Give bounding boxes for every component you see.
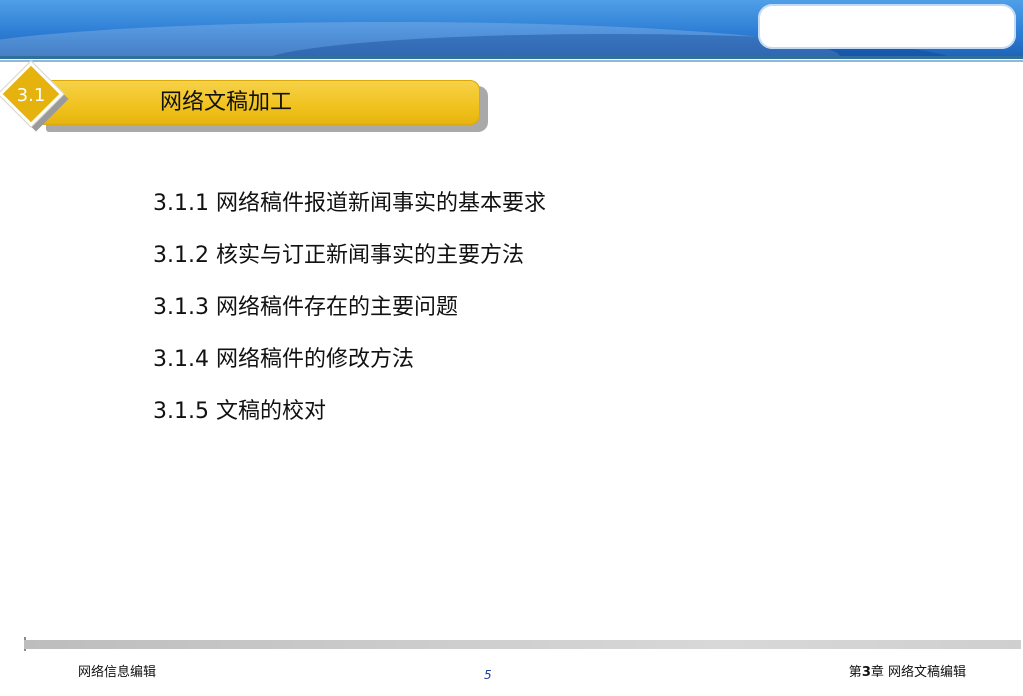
list-item: 3.1.2 核实与订正新闻事实的主要方法 (153, 243, 524, 268)
topic-list: 3.1.1 网络稿件报道新闻事实的基本要求 3.1.2 核实与订正新闻事实的主要… (153, 186, 546, 446)
footer-chapter-title: 章 网络文稿编辑 (870, 665, 966, 680)
banner-divider (0, 60, 1023, 62)
list-item: 3.1.3 网络稿件存在的主要问题 (153, 295, 458, 320)
list-item: 3.1.5 文稿的校对 (153, 399, 326, 424)
footer-chapter-prefix: 第 (848, 665, 862, 680)
footer-chapter-number: 3 (861, 665, 871, 680)
list-item: 3.1.4 网络稿件的修改方法 (153, 347, 414, 372)
banner-divider (0, 56, 1023, 59)
section-number: 3.1 (16, 85, 46, 106)
footer-course-name: 网络信息编辑 (78, 665, 157, 680)
section-title: 网络文稿加工 (160, 90, 293, 115)
page-number: 5 (484, 668, 492, 682)
banner-placeholder-box (758, 4, 1016, 49)
footer-chapter: 第3章 网络文稿编辑 (849, 661, 966, 680)
footer-bar (24, 640, 1021, 649)
list-item: 3.1.1 网络稿件报道新闻事实的基本要求 (153, 191, 546, 216)
